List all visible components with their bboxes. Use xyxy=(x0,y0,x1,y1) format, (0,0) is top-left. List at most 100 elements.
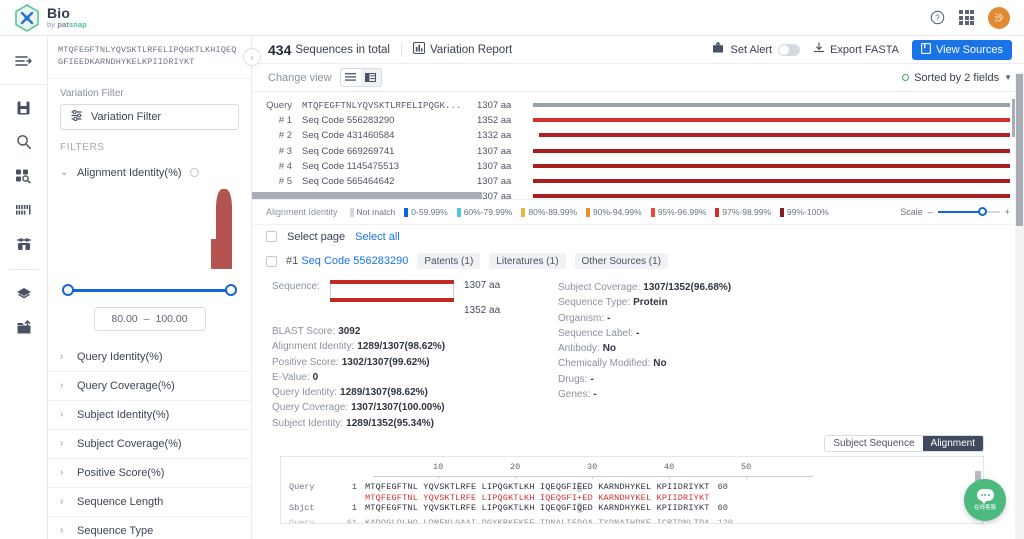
detail-field-key: Subject Coverage: xyxy=(558,282,641,293)
set-alert-toggle[interactable]: Set Alert xyxy=(712,41,801,57)
scale-minus-button[interactable]: – xyxy=(928,207,933,217)
facet-label: Query Coverage(%) xyxy=(77,379,175,392)
chevron-down-icon: ⌄ xyxy=(60,167,69,179)
detail-field: Query Coverage: 1307/1307(100.00%) xyxy=(272,400,554,415)
card-view-icon[interactable] xyxy=(360,69,381,86)
tab-subject-sequence[interactable]: Subject Sequence xyxy=(825,436,923,452)
sidebar-item-import[interactable] xyxy=(0,310,48,344)
facet-item[interactable]: › Subject Identity(%) xyxy=(48,401,251,430)
facet-item[interactable]: › Sequence Type xyxy=(48,517,251,539)
online-support-button[interactable]: 在线客服 xyxy=(964,479,1006,521)
legend-item: 95%-96.99% xyxy=(650,207,706,217)
sidebar-item-documents[interactable] xyxy=(0,91,48,125)
overview-name: MTQFEGFTNLYQVSKTLRFELIPQGK... xyxy=(302,100,462,111)
record-source-tag[interactable]: Literatures (1) xyxy=(489,253,566,269)
overview-alignment-bar xyxy=(533,194,1010,199)
alignment-view-toggle-wrap: Subject Sequence Alignment xyxy=(266,431,1010,456)
variation-filter-button[interactable]: Variation Filter xyxy=(60,103,239,130)
alignment-query-tag: Query xyxy=(289,482,315,493)
range-max-value[interactable]: 100.00 xyxy=(156,313,188,325)
alignment-subject-start: 1 xyxy=(351,503,357,514)
overview-horizontal-scrollbar[interactable] xyxy=(252,192,482,199)
scale-slider-knob[interactable] xyxy=(977,207,987,216)
help-icon[interactable]: ? xyxy=(930,10,945,25)
page-scrollbar-thumb[interactable] xyxy=(1016,74,1023,226)
grid-apps-icon[interactable] xyxy=(959,10,974,25)
overview-row[interactable]: Query MTQFEGFTNLYQVSKTLRFELIPQGK... 1307 a… xyxy=(266,98,1010,113)
record-checkbox[interactable] xyxy=(266,255,277,267)
detail-field-key: Query Coverage: xyxy=(272,402,349,414)
sidebar-item-barcode[interactable] xyxy=(0,193,48,227)
facet-item[interactable]: › Positive Score(%) xyxy=(48,459,251,488)
overview-alignment-bar xyxy=(533,118,1010,123)
facet-item[interactable]: › Subject Coverage(%) xyxy=(48,430,251,459)
legend-swatch xyxy=(404,207,409,217)
overview-row[interactable]: # 2 Seq Code 431460584 1332 aa xyxy=(266,128,1010,143)
overview-rank: # 2 xyxy=(278,130,292,142)
chevron-down-icon: ▼ xyxy=(1004,73,1012,82)
scale-plus-button[interactable]: + xyxy=(1005,207,1010,217)
alignment-query-seq-b: ED KARNDHYKEL KPIIDRIYKT xyxy=(582,482,710,493)
subject-length: 1352 aa xyxy=(464,305,501,316)
query-length: 1307 aa xyxy=(464,280,501,291)
alignment-middle-no xyxy=(339,493,357,504)
svg-text:?: ? xyxy=(935,14,940,23)
sidebar-item-advanced-search[interactable] xyxy=(0,159,48,193)
sort-status-icon xyxy=(902,74,910,81)
sidebar-item-layers[interactable] xyxy=(0,276,48,310)
record-source-tag[interactable]: Other Sources (1) xyxy=(574,253,669,269)
overview-row[interactable]: # 5 Seq Code 565464642 1307 aa xyxy=(266,174,1010,189)
overview-alignment-bar xyxy=(533,179,1010,184)
ruler-tick-label: 30 xyxy=(587,462,598,473)
page-scrollbar[interactable] xyxy=(1015,72,1024,539)
legend-item: 97%-98.99% xyxy=(715,207,771,217)
detail-field: Chemically Modified: No xyxy=(558,356,1010,371)
info-icon[interactable] xyxy=(189,168,199,178)
range-min-value[interactable]: 80.00 xyxy=(111,313,137,325)
view-toggle[interactable] xyxy=(339,68,382,87)
brand-logo-area[interactable]: Bio by patsnap xyxy=(14,3,87,32)
ruler-tick xyxy=(438,476,439,480)
set-alert-switch[interactable] xyxy=(778,43,801,56)
record-sequence-code[interactable]: #1 Seq Code 556283290 xyxy=(286,255,408,267)
avatar[interactable]: 沙 xyxy=(988,6,1010,29)
export-fasta-button[interactable]: Export FASTA xyxy=(813,42,899,57)
scale-slider[interactable] xyxy=(937,207,1000,216)
filters-heading: FILTERS xyxy=(60,141,105,153)
overview-alignment-bar xyxy=(533,163,1010,168)
facet-item[interactable]: › Query Coverage(%) xyxy=(48,372,251,401)
scale-control[interactable]: Scale – + xyxy=(900,207,1010,217)
select-all-link[interactable]: Select all xyxy=(355,231,400,243)
collapse-panel-button[interactable]: ‹ xyxy=(243,48,261,66)
alignment-identity-range[interactable]: 80.00 – 100.00 xyxy=(93,306,206,331)
overview-row[interactable]: # 4 Seq Code 1145475513 1307 aa xyxy=(266,159,1010,174)
facet-alignment-identity[interactable]: ⌄ Alignment Identity(%) xyxy=(48,159,251,187)
tab-alignment[interactable]: Alignment xyxy=(922,436,983,452)
overview-row[interactable]: # 1 Seq Code 556283290 1352 aa xyxy=(266,113,1010,128)
alignment-view-toggle[interactable]: Subject Sequence Alignment xyxy=(824,435,984,453)
sidebar-item-panel-collapse[interactable] xyxy=(0,44,48,78)
facet-label: Sequence Length xyxy=(77,495,164,508)
legend-swatch xyxy=(586,207,591,217)
sidebar-item-tools[interactable] xyxy=(0,227,48,261)
overview-length: 1307 aa xyxy=(477,145,512,157)
record-source-tag[interactable]: Patents (1) xyxy=(417,253,481,269)
detail-field-key: Sequence Type: xyxy=(558,297,631,309)
sorted-by-dropdown[interactable]: Sorted by 2 fields ▼ xyxy=(902,72,1012,84)
detail-field: Alignment Identity: 1289/1307(98.62%) xyxy=(272,339,554,354)
sidebar-item-search[interactable] xyxy=(0,125,48,159)
overview-row[interactable]: # 3 Seq Code 669269741 1307 aa xyxy=(266,144,1010,159)
select-page-checkbox[interactable] xyxy=(266,231,277,242)
legend-swatch xyxy=(650,207,655,217)
alignment-identity-slider[interactable] xyxy=(62,283,237,297)
detail-field-value: 0 xyxy=(312,371,319,383)
alignment-next-line: Query 61 KADQGLQLHQ LDMFNLGAAI DGYKRKFKFF … xyxy=(289,518,975,524)
sequence-lengths: 1307 aa 1352 aa xyxy=(454,280,500,316)
list-view-icon[interactable] xyxy=(341,69,361,86)
facet-item[interactable]: › Query Identity(%) xyxy=(48,343,251,372)
slider-knob-min[interactable] xyxy=(62,283,74,296)
facet-item[interactable]: › Sequence Length xyxy=(48,488,251,517)
slider-knob-max[interactable] xyxy=(225,283,237,296)
variation-report-button[interactable]: Variation Report xyxy=(412,41,512,57)
view-sources-button[interactable]: View Sources xyxy=(911,39,1012,60)
